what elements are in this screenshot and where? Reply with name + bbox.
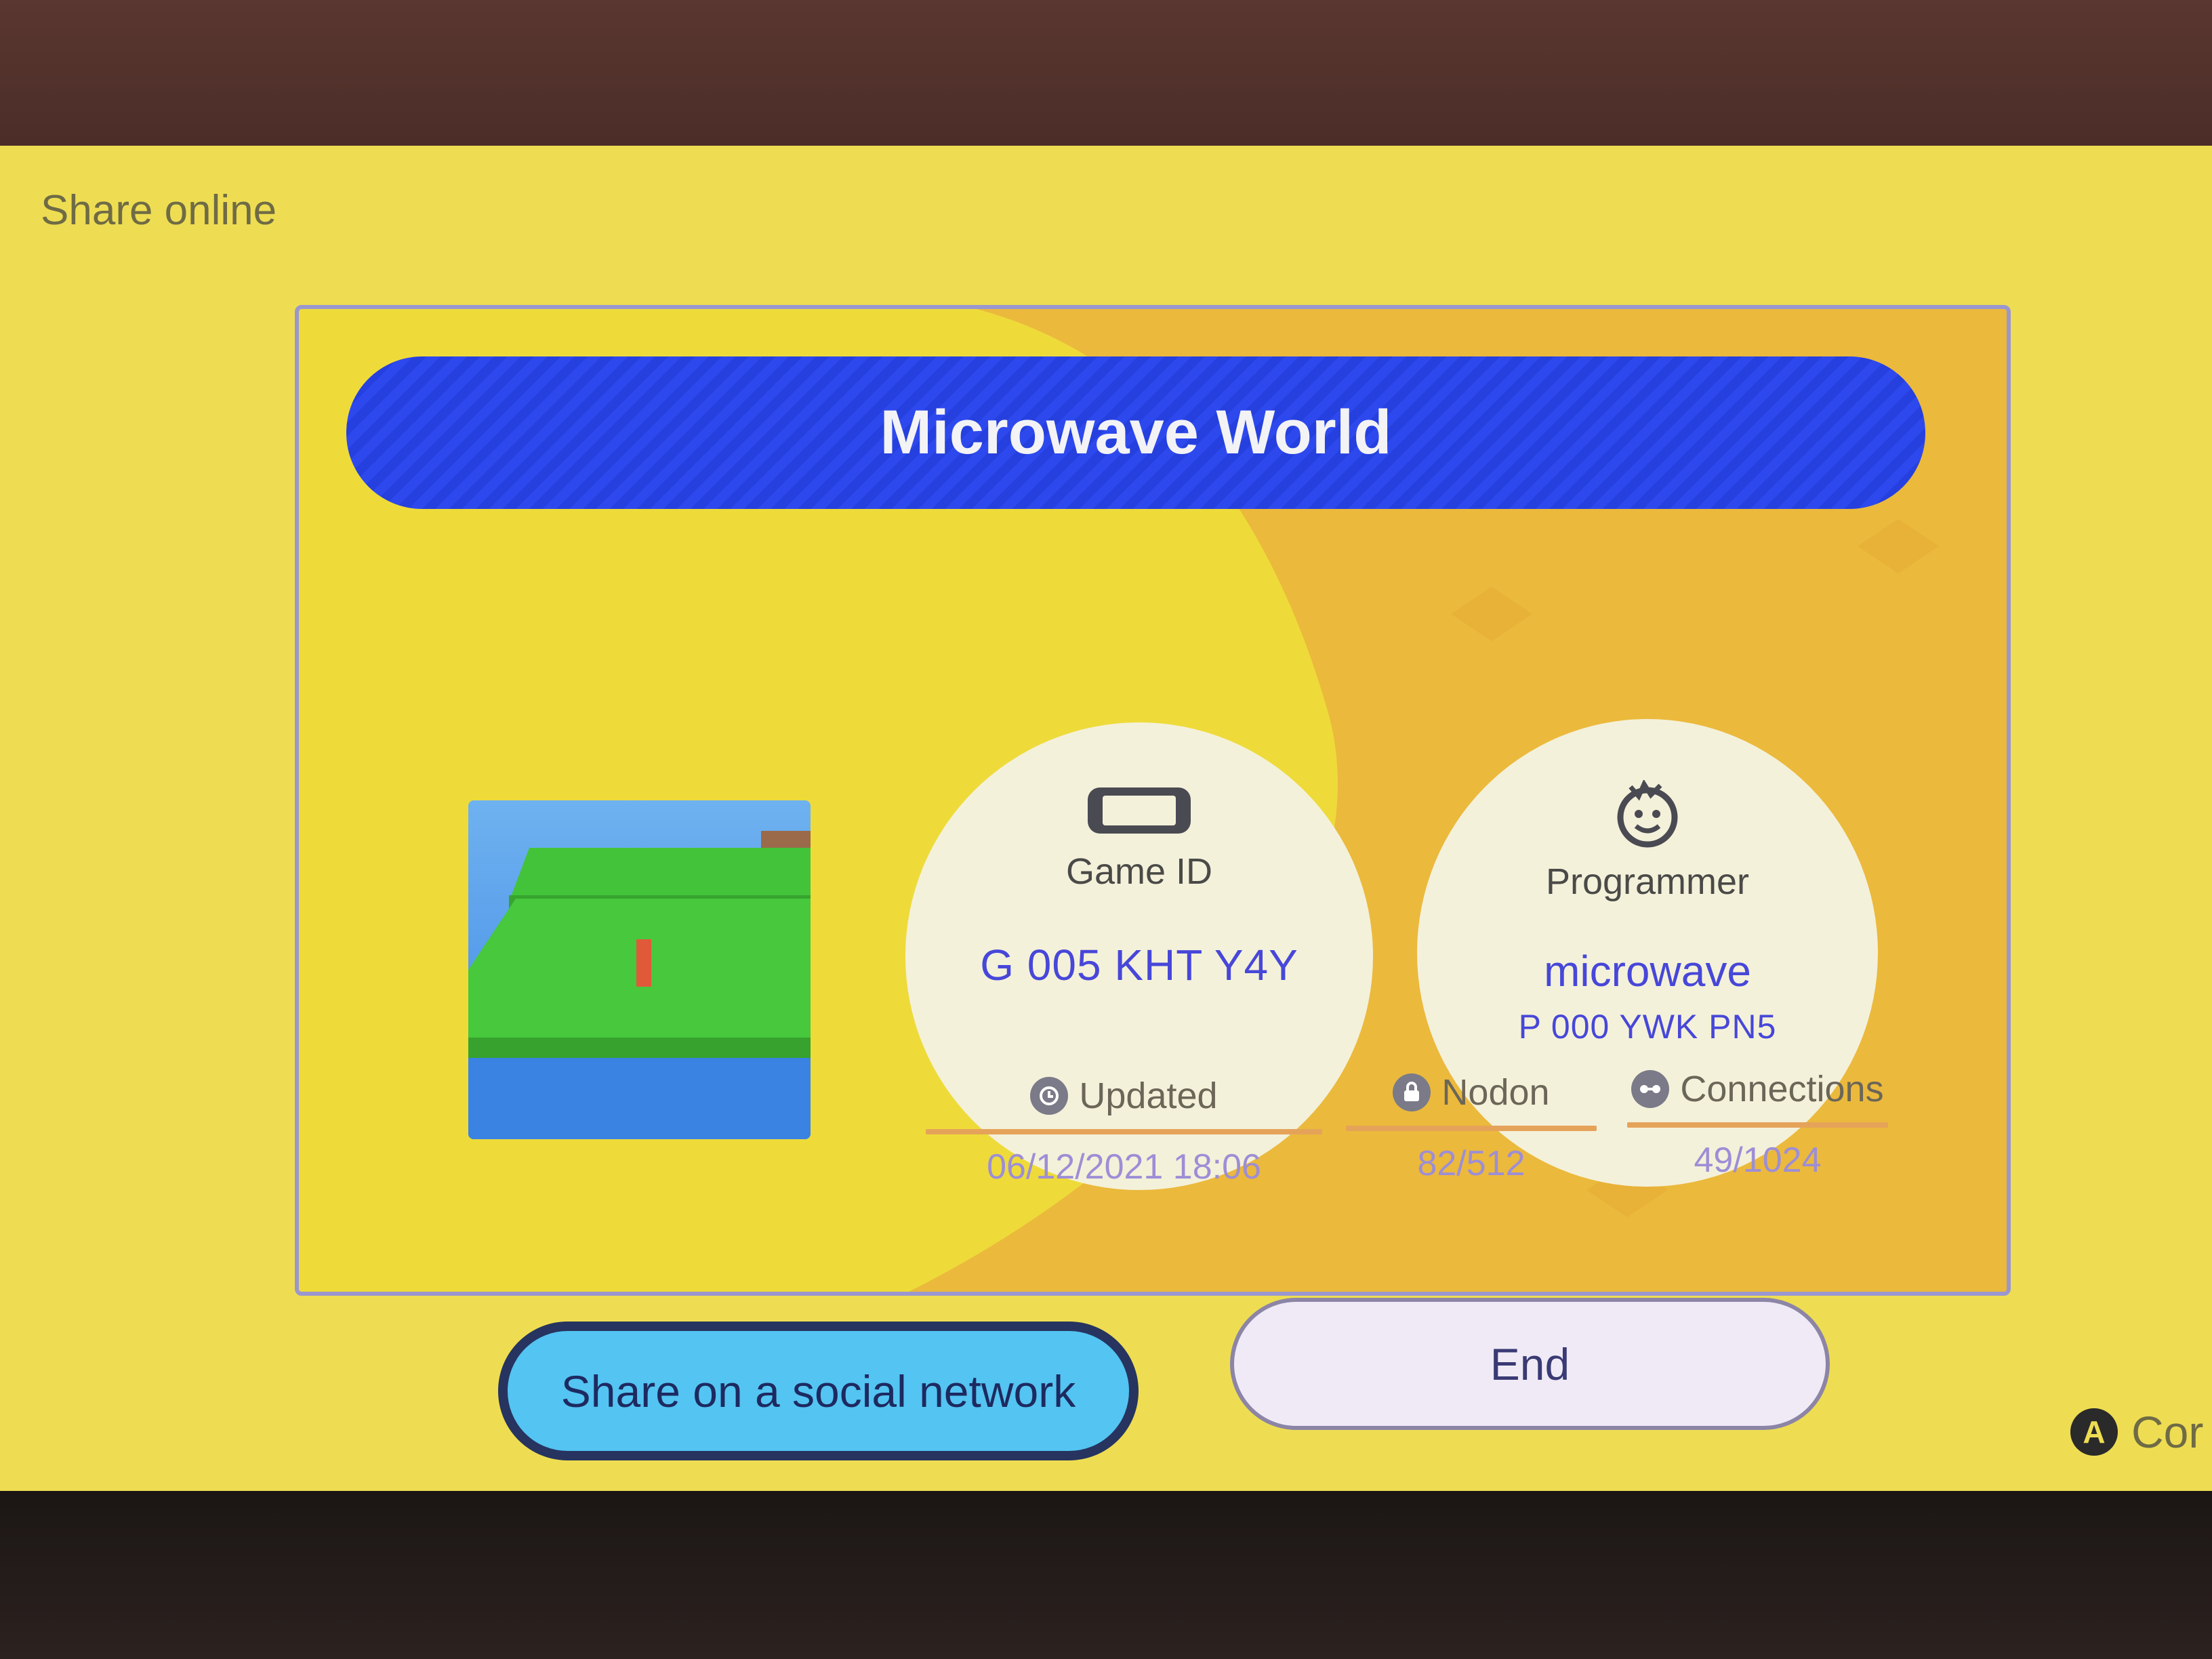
- programmer-name: microwave: [1544, 947, 1751, 996]
- confirm-hint-label: Cor: [2131, 1407, 2204, 1457]
- background-wall: [0, 0, 2212, 163]
- connection-icon: [1631, 1070, 1670, 1108]
- page-title: Share online: [41, 187, 277, 234]
- nodon-value: 82/512: [1417, 1144, 1525, 1183]
- programmer-face-icon: [1610, 779, 1685, 851]
- nodon-label: Nodon: [1441, 1072, 1550, 1113]
- tv-bezel: [0, 1491, 2212, 1659]
- updated-label: Updated: [1079, 1076, 1218, 1116]
- clock-icon: [1030, 1077, 1069, 1115]
- a-button-icon: A: [2070, 1408, 2118, 1456]
- updated-value: 06/12/2021 18:06: [987, 1147, 1261, 1187]
- share-social-button-label: Share on a social network: [560, 1366, 1076, 1416]
- stat-updated: Updated 06/12/2021 18:06: [926, 1075, 1322, 1187]
- stat-nodon: Nodon 82/512: [1346, 1071, 1597, 1184]
- stat-divider: [1627, 1122, 1888, 1128]
- share-social-button[interactable]: Share on a social network: [498, 1322, 1139, 1460]
- programmer-label: Programmer: [1545, 861, 1750, 902]
- game-thumbnail: [468, 800, 811, 1139]
- game-card: Microwave World Game ID G 005 KHT Y4Y Pr…: [295, 305, 2011, 1296]
- game-id-value: G 005 KHT Y4Y: [980, 941, 1298, 989]
- game-title: Microwave World: [880, 398, 1392, 467]
- connections-label: Connections: [1680, 1069, 1884, 1109]
- programmer-id: P 000 YWK PN5: [1518, 1008, 1777, 1046]
- title-banner: Microwave World: [346, 356, 1925, 509]
- game-id-label: Game ID: [1065, 851, 1213, 892]
- stat-divider: [1346, 1126, 1597, 1131]
- connections-value: 49/1024: [1694, 1141, 1822, 1180]
- stat-divider: [926, 1129, 1322, 1134]
- stat-connections: Connections 49/1024: [1627, 1068, 1888, 1181]
- screen: Share online Microwave World Game ID G 0…: [0, 146, 2212, 1508]
- end-button-label: End: [1490, 1338, 1570, 1389]
- end-button[interactable]: End: [1230, 1298, 1830, 1430]
- lock-icon: [1393, 1073, 1431, 1111]
- confirm-hint: A Cor: [2070, 1406, 2203, 1458]
- console-icon: [1085, 783, 1193, 841]
